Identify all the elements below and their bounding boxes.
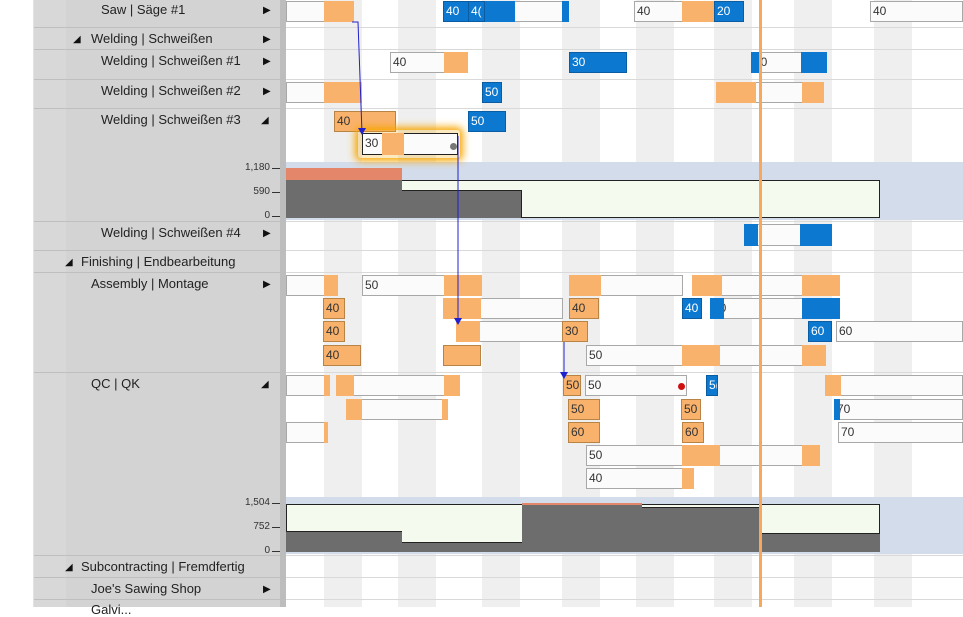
row-divider [34,250,280,251]
load-tick-mid: 752 [253,521,270,532]
row-label-qc[interactable]: QC | QK [91,376,261,391]
row-label-welding3[interactable]: Welding | Schweißen #3 [101,112,261,127]
tick-mark [272,168,280,169]
group-label-finishing[interactable]: Finishing | Endbearbeitung [81,254,271,269]
row-divider [34,108,280,109]
row-label-welding1[interactable]: Welding | Schweißen #1 [101,53,261,68]
tick-mark [272,503,280,504]
arrowhead-icon [454,318,462,325]
expand-arrow-icon[interactable]: ▶ [263,5,271,16]
gantt-chart[interactable]: 40 4( 20 40 20 40 40 30 40 50 50 40 50 3… [286,0,963,607]
load-tick-max: 1,504 [244,497,270,508]
load-tick-mid: 590 [253,186,270,197]
expand-arrow-icon[interactable]: ▶ [263,584,271,595]
load-tick-zero: 0 [264,545,270,556]
row-divider [34,577,280,578]
tick-mark [272,216,280,217]
row-divider [34,49,280,50]
row-label-partial[interactable]: Galvi... [91,602,261,617]
tick-mark [272,551,280,552]
load-tick-zero: 0 [264,210,270,221]
collapse-arrow-icon[interactable]: ◢ [261,379,269,390]
collapse-arrow-icon[interactable]: ◢ [65,562,73,573]
row-label-welding4[interactable]: Welding | Schweißen #4 [101,225,261,240]
row-label-saw1[interactable]: Saw | Säge #1 [101,2,261,17]
row-divider [34,272,280,273]
group-label-welding[interactable]: Welding | Schweißen [91,31,261,46]
arrowhead-icon [560,372,568,379]
tick-mark [272,527,280,528]
collapse-arrow-icon[interactable]: ◢ [73,34,81,45]
expand-arrow-icon[interactable]: ▶ [263,34,271,45]
dependency-links [352,21,568,379]
collapse-arrow-icon[interactable]: ◢ [65,257,73,268]
row-divider [34,372,280,373]
left-gutter [0,0,34,607]
row-label-assembly[interactable]: Assembly | Montage [91,276,261,291]
expand-arrow-icon[interactable]: ▶ [263,228,271,239]
expand-arrow-icon[interactable]: ▶ [263,56,271,67]
current-time-line [759,0,762,607]
dependency-link [352,21,363,134]
expand-arrow-icon[interactable]: ▶ [263,86,271,97]
row-divider [34,79,280,80]
row-divider [34,221,280,222]
tick-mark [272,192,280,193]
collapse-arrow-icon[interactable]: ◢ [261,115,269,126]
row-label-joes-sawing[interactable]: Joe's Sawing Shop [91,581,261,596]
arrowhead-icon [358,128,366,135]
row-divider [34,27,280,28]
expand-arrow-icon[interactable]: ▶ [263,279,271,290]
load-tick-max: 1,180 [244,162,270,173]
group-label-subcontracting[interactable]: Subcontracting | Fremdfertig [81,559,251,574]
row-divider [34,599,280,600]
row-label-welding2[interactable]: Welding | Schweißen #2 [101,83,261,98]
